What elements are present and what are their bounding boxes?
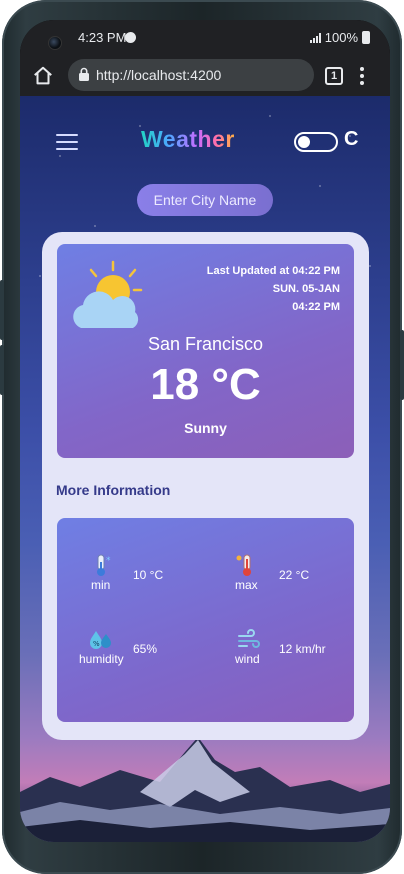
status-right: 100% bbox=[309, 30, 370, 45]
wind-icon bbox=[238, 629, 260, 648]
svg-text:*: * bbox=[106, 556, 111, 566]
app-title: Weather bbox=[141, 126, 235, 152]
info-label-wind: wind bbox=[235, 652, 260, 666]
current-weather-panel: Last Updated at 04:22 PM SUN. 05-JAN 04:… bbox=[57, 244, 354, 458]
current-time: 04:22 PM bbox=[292, 301, 340, 313]
cold-thermometer-icon: * bbox=[97, 554, 111, 576]
current-date: SUN. 05-JAN bbox=[272, 283, 340, 295]
phone-frame: 4:23 PM 100% http://localhost:4200 1 Wea… bbox=[0, 0, 404, 874]
unit-label: C bbox=[344, 128, 359, 150]
front-camera bbox=[48, 36, 62, 50]
info-item-max: max 22 °C bbox=[227, 554, 347, 594]
more-information-panel: * min 10 °C max 22 °C % humidity 65% win… bbox=[57, 518, 354, 722]
unit-toggle[interactable] bbox=[294, 132, 338, 152]
temperature: 18 °C bbox=[150, 360, 261, 409]
last-updated-text: Last Updated at 04:22 PM bbox=[206, 265, 340, 277]
menu-icon[interactable] bbox=[56, 134, 78, 150]
info-label-max: max bbox=[235, 578, 258, 592]
browser-menu-icon[interactable] bbox=[360, 67, 364, 85]
svg-text:%: % bbox=[93, 640, 100, 648]
humidity-icon: % bbox=[90, 631, 111, 649]
sun-behind-cloud-icon bbox=[73, 260, 143, 328]
weather-condition: Sunny bbox=[184, 420, 227, 436]
side-button bbox=[400, 330, 404, 400]
info-item-humidity: % humidity 65% bbox=[79, 628, 199, 668]
weather-card: Last Updated at 04:22 PM SUN. 05-JAN 04:… bbox=[42, 232, 369, 740]
info-value-max: 22 °C bbox=[279, 568, 310, 582]
url-text: http://localhost:4200 bbox=[96, 67, 222, 83]
weather-app: Weather C Enter City Name Last Updated a… bbox=[20, 96, 390, 842]
volume-button bbox=[0, 280, 4, 340]
toggle-knob bbox=[298, 136, 310, 148]
info-label-min: min bbox=[91, 578, 111, 592]
mountain-background bbox=[20, 737, 390, 842]
info-item-min: * min 10 °C bbox=[83, 554, 203, 594]
signal-icon bbox=[309, 32, 321, 43]
battery-percent: 100% bbox=[324, 30, 358, 45]
battery-icon bbox=[362, 31, 370, 44]
info-label-humidity: humidity bbox=[79, 652, 124, 666]
last-updated-block: Last Updated at 04:22 PM SUN. 05-JAN 04:… bbox=[207, 262, 340, 316]
city-search-input[interactable] bbox=[137, 184, 273, 216]
info-item-wind: wind 12 km/hr bbox=[233, 628, 353, 668]
lock-icon bbox=[79, 67, 89, 81]
info-value-wind: 12 km/hr bbox=[279, 642, 326, 656]
hot-thermometer-icon bbox=[236, 554, 251, 576]
browser-toolbar: http://localhost:4200 1 bbox=[20, 56, 390, 96]
info-value-humidity: 65% bbox=[133, 642, 158, 656]
address-bar[interactable]: http://localhost:4200 bbox=[68, 59, 314, 91]
more-information-title: More Information bbox=[56, 482, 171, 498]
info-value-min: 10 °C bbox=[133, 568, 164, 582]
power-button bbox=[0, 345, 4, 395]
city-name: San Francisco bbox=[147, 334, 264, 354]
status-time: 4:23 PM bbox=[78, 30, 127, 45]
screen: 4:23 PM 100% http://localhost:4200 1 Wea… bbox=[20, 20, 390, 842]
status-bar: 4:23 PM 100% bbox=[20, 20, 390, 56]
notification-icon bbox=[125, 32, 136, 43]
home-icon[interactable] bbox=[32, 65, 54, 87]
tab-switcher-button[interactable]: 1 bbox=[325, 67, 343, 85]
